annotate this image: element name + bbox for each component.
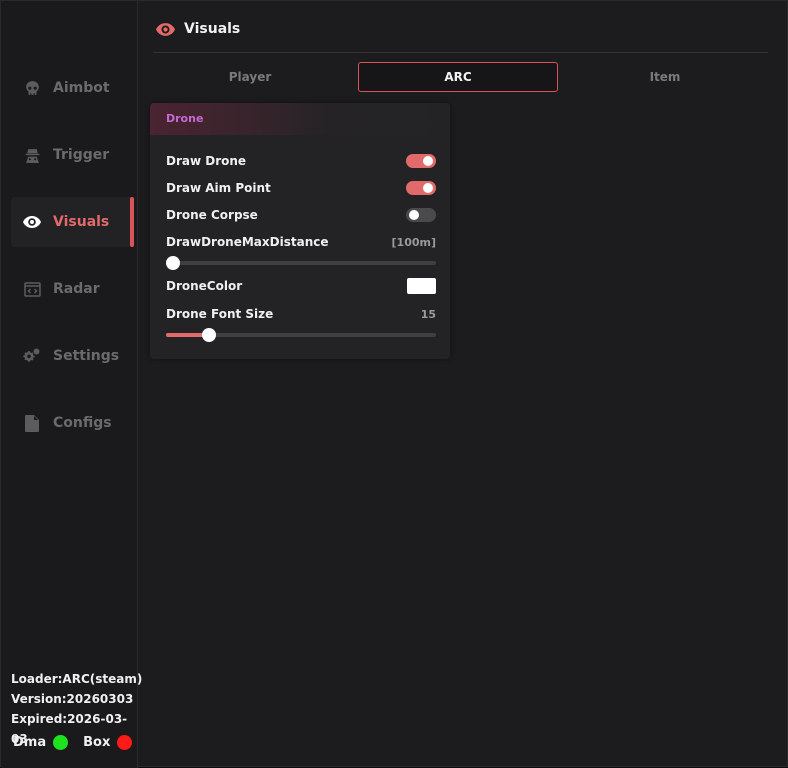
sidebar-item-trigger[interactable]: Trigger	[11, 130, 134, 180]
sidebar-item-visuals[interactable]: Visuals	[11, 197, 134, 247]
font-size-label: Drone Font Size	[166, 307, 274, 321]
font-size-value: 15	[420, 307, 436, 321]
tab-arc[interactable]: ARC	[358, 62, 558, 92]
max-distance-label: DrawDroneMaxDistance	[166, 235, 329, 249]
sidebar-item-settings[interactable]: Settings	[11, 331, 134, 381]
eye-icon	[23, 213, 41, 231]
font-size-row: Drone Font Size 15	[166, 305, 436, 323]
sidebar-item-label: Trigger	[53, 147, 110, 163]
drone-corpse-row: Drone Corpse	[166, 206, 436, 224]
max-distance-value: [100m]	[391, 235, 436, 249]
gears-icon	[23, 347, 41, 365]
toggle-knob	[423, 183, 433, 193]
spy-icon	[23, 146, 41, 164]
draw-drone-row: Draw Drone	[166, 152, 436, 170]
header-divider	[153, 52, 768, 53]
max-distance-slider[interactable]	[166, 256, 436, 270]
draw-aim-point-label: Draw Aim Point	[166, 181, 271, 195]
tab-label: Player	[228, 70, 272, 84]
toggle-knob	[423, 156, 433, 166]
draw-drone-toggle[interactable]	[406, 154, 436, 168]
draw-drone-label: Draw Drone	[166, 154, 247, 168]
slider-thumb[interactable]	[202, 328, 217, 342]
sidebar-item-label: Aimbot	[53, 80, 110, 96]
sidebar-item-aimbot[interactable]: Aimbot	[11, 63, 134, 113]
box-label: Box	[83, 735, 111, 750]
eye-icon	[156, 22, 176, 36]
toggle-knob	[409, 210, 419, 220]
code-window-icon	[23, 280, 41, 298]
skull-icon	[23, 79, 41, 97]
connection-status: Dma Box	[13, 735, 133, 750]
slider-thumb[interactable]	[166, 256, 180, 270]
box-status-dot	[117, 735, 133, 750]
drone-settings-panel: Drone Draw Drone Draw Aim Point Drone Co…	[150, 103, 450, 359]
app-window: Aimbot Trigger Visuals Radar Settings Co…	[0, 0, 788, 768]
loader-text: Loader:ARC(steam)	[11, 672, 143, 686]
sidebar-item-radar[interactable]: Radar	[11, 264, 134, 314]
build-info: Loader:ARC(steam) Version:20260303 Expir…	[11, 669, 143, 746]
draw-aim-point-toggle[interactable]	[406, 181, 436, 195]
expired-text: Expired:2026-03-03	[11, 712, 128, 746]
drone-color-row: DroneColor	[166, 277, 436, 295]
drone-corpse-toggle[interactable]	[406, 208, 436, 222]
max-distance-row: DrawDroneMaxDistance [100m]	[166, 233, 436, 251]
drone-color-label: DroneColor	[166, 279, 243, 293]
panel-header: Drone	[150, 103, 450, 135]
tab-label: ARC	[444, 70, 472, 84]
file-icon	[23, 414, 41, 432]
sidebar: Aimbot Trigger Visuals Radar Settings Co…	[1, 1, 142, 768]
dma-status-dot	[53, 735, 69, 750]
dma-label: Dma	[13, 735, 47, 750]
page-header: Visuals	[156, 17, 240, 41]
tab-player[interactable]: Player	[151, 62, 349, 92]
sidebar-item-configs[interactable]: Configs	[11, 398, 134, 448]
tab-label: Item	[649, 70, 681, 84]
draw-aim-point-row: Draw Aim Point	[166, 179, 436, 197]
drone-corpse-label: Drone Corpse	[166, 208, 258, 222]
sidebar-item-label: Configs	[53, 415, 112, 431]
panel-title: Drone	[166, 112, 204, 125]
drone-color-swatch[interactable]	[407, 278, 436, 294]
sidebar-item-label: Radar	[53, 281, 100, 297]
sidebar-item-label: Settings	[53, 348, 120, 364]
version-text: Version:20260303	[11, 692, 134, 706]
tab-item[interactable]: Item	[566, 62, 764, 92]
sidebar-item-label: Visuals	[53, 214, 110, 230]
font-size-slider[interactable]	[166, 328, 436, 342]
active-indicator	[130, 197, 134, 247]
page-title: Visuals	[184, 21, 241, 37]
